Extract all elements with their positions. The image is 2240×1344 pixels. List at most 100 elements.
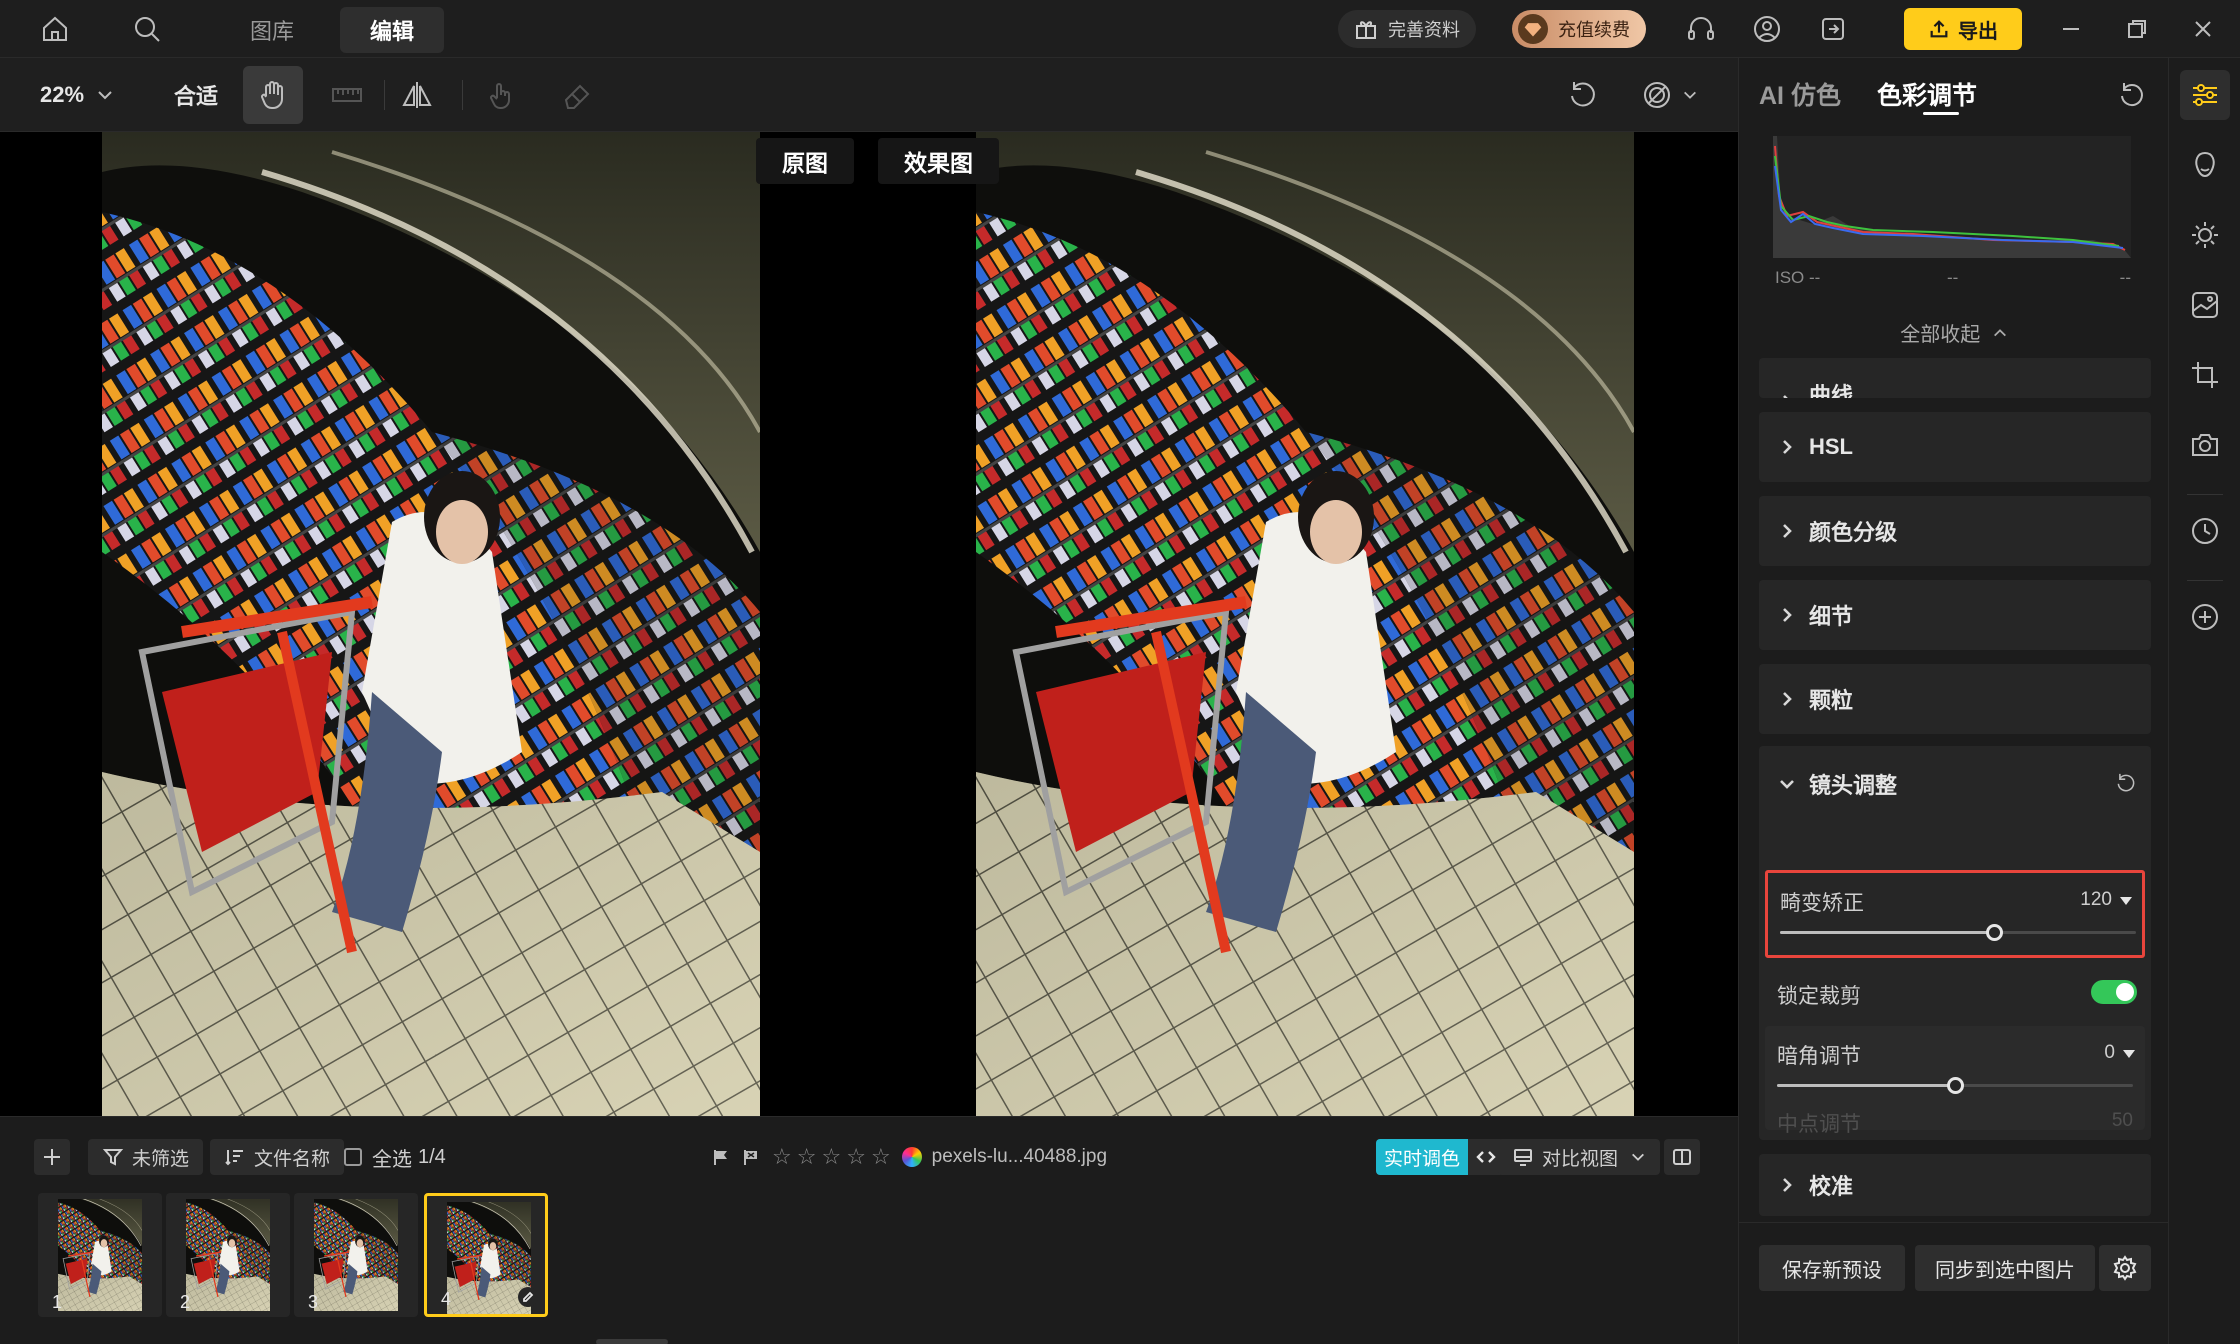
lock-crop-toggle[interactable] [2091,980,2137,1004]
star-icon[interactable]: ☆ [772,1144,792,1170]
filter-button[interactable]: 未筛选 [88,1139,204,1175]
collapse-all-button[interactable]: 全部收起 [1739,318,2168,347]
user-icon[interactable] [1746,8,1788,50]
filmstrip-scrollbar[interactable] [596,1339,668,1344]
star-icon[interactable]: ☆ [821,1144,841,1170]
rail-adjust[interactable] [2180,70,2230,120]
slider-knob[interactable] [1947,1077,1964,1094]
section-lens-header[interactable]: 镜头调整 [1779,768,1897,800]
star-icon[interactable]: ☆ [871,1144,891,1170]
camera-icon [2192,434,2218,456]
sort-button[interactable]: 文件名称 [210,1139,345,1175]
section-calibration[interactable]: 校准 [1759,1154,2151,1216]
upload-icon [1930,20,1948,38]
tab-color-adjust[interactable]: 色彩调节 [1877,76,1977,112]
import-icon[interactable] [1812,8,1854,50]
export-button[interactable]: 导出 [1904,8,2022,50]
sliders-icon [2193,84,2217,106]
zoom-dropdown[interactable]: 22% [40,66,114,124]
rail-camera[interactable] [2180,420,2230,470]
rail-history[interactable] [2180,506,2230,556]
add-image-button[interactable] [34,1139,70,1175]
thumbnail-image [314,1199,398,1311]
split-view-button[interactable] [1664,1139,1700,1175]
thumbnail-number: 1 [52,1292,63,1312]
gear-icon [2113,1255,2137,1281]
search-icon[interactable] [126,8,168,50]
section-detail[interactable]: 细节 [1759,580,2151,650]
rail-light[interactable] [2180,210,2230,260]
undo-button[interactable] [1562,66,1604,124]
vignette-value[interactable]: 0 [2104,1042,2115,1064]
rail-add[interactable] [2180,592,2230,642]
chevron-right-icon [1783,692,1792,706]
value-dropdown-icon[interactable] [2120,897,2132,905]
value-dropdown-icon[interactable] [2123,1050,2135,1058]
chevron-right-icon [1783,608,1792,622]
toolbar-divider [462,80,463,110]
home-icon[interactable] [34,8,76,50]
distortion-value[interactable]: 120 [2080,889,2112,911]
distortion-correction-slider[interactable]: 畸变矫正 120 [1765,870,2145,958]
section-color-grading[interactable]: 颜色分级 [1759,496,2151,566]
slider-knob[interactable] [1985,924,2003,941]
reject-flag-icon[interactable] [742,1148,760,1166]
chevron-up-icon [1993,329,2006,337]
close-icon[interactable] [2182,8,2224,50]
touch-tool[interactable] [480,66,522,124]
monitor-icon [1514,1149,1532,1166]
section-grain[interactable]: 颗粒 [1759,664,2151,734]
rail-crop[interactable] [2180,350,2230,400]
slider-track[interactable] [1780,924,2136,941]
vignette-slider[interactable]: 暗角调节 0 [1765,1040,2145,1094]
tab-library[interactable]: 图库 [220,7,324,53]
compare-view-dropdown[interactable]: 对比视图 [1498,1139,1661,1175]
image-canvas[interactable]: 原图 效果图 [0,132,1738,1116]
eraser-tool[interactable] [556,66,598,124]
rail-portrait[interactable] [2180,140,2230,190]
checkbox[interactable] [344,1148,362,1166]
realtime-color-toggle[interactable]: 实时调色 [1376,1139,1505,1175]
minimize-icon[interactable] [2050,8,2092,50]
renew-button[interactable]: 充值续费 [1512,10,1646,48]
restore-icon[interactable] [2116,8,2158,50]
ruler-tool[interactable] [326,66,368,124]
image-edit-icon [2192,292,2218,318]
flip-tool[interactable] [396,66,438,124]
slider-track[interactable] [1777,1077,2133,1094]
compare-mode-dropdown[interactable] [1632,66,1706,124]
chevron-right-icon [1783,524,1792,538]
color-label-icon[interactable] [901,1147,922,1167]
flag-icon[interactable] [712,1148,730,1166]
complete-profile-button[interactable]: 完善资料 [1338,10,1476,48]
thumbnail-1[interactable]: 1 [38,1193,162,1317]
hand-tool[interactable] [243,66,303,124]
headset-icon[interactable] [1680,8,1722,50]
select-all-checkbox[interactable]: 全选 1/4 [344,1139,446,1175]
save-preset-button[interactable]: 保存新预设 [1759,1245,1905,1291]
rail-retouch[interactable] [2180,280,2230,330]
reset-icon[interactable] [2115,78,2149,112]
thumbnail-number: 4 [441,1289,452,1309]
section-curve[interactable]: 曲线 [1759,358,2151,398]
plus-icon [44,1149,60,1165]
thumbnail-3[interactable]: 3 [294,1193,418,1317]
adjustment-panel: AI 仿色 色彩调节 ISO -- -- -- 全部收起 曲线 HSL 颜色分级… [1738,58,2168,1344]
gift-icon [1356,21,1376,39]
renew-label: 充值续费 [1558,20,1630,40]
thumbnail-4[interactable]: 4 [424,1193,548,1317]
tab-ai-color[interactable]: AI 仿色 [1759,76,1841,112]
settings-button[interactable] [2099,1245,2151,1291]
midpoint-value: 50 [2111,1110,2133,1131]
sync-to-selected-button[interactable]: 同步到选中图片 [1915,1245,2095,1291]
star-icon[interactable]: ☆ [797,1144,817,1170]
reset-icon[interactable] [2113,770,2139,796]
tab-edit[interactable]: 编辑 [340,7,445,53]
pencil-icon [518,1287,538,1307]
section-hsl[interactable]: HSL [1759,412,2151,482]
touch-icon [490,83,510,109]
star-icon[interactable]: ☆ [846,1144,866,1170]
fit-button[interactable]: 合适 [174,66,218,124]
thumbnail-2[interactable]: 2 [166,1193,290,1317]
chevron-down-icon [1684,91,1696,99]
